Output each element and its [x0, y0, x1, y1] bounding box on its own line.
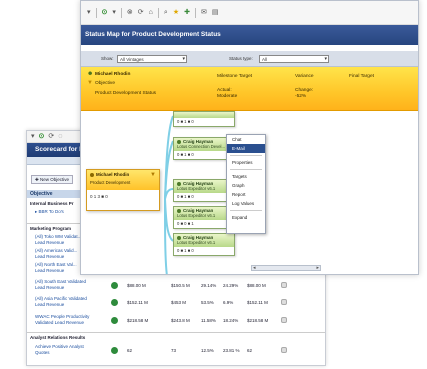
objective-icon: ▼ [87, 80, 93, 86]
objective-type: Objective [95, 81, 115, 86]
menu-item-chat[interactable]: Chat [227, 135, 265, 144]
bbr-link[interactable]: ▸ BBR To Do's [35, 209, 64, 215]
section-internal-business: Internal Business Pr [30, 201, 74, 206]
list-item[interactable]: (All) North East Val... Lead Revenue [35, 262, 77, 274]
status-node[interactable]: Craig Hayman Lotus Expeditor v6.1 0 ■ 1 … [173, 233, 235, 256]
menu-item-graph[interactable]: Graph [227, 181, 265, 190]
menu-item-properties[interactable]: Properties [227, 158, 265, 167]
dropdown-icon[interactable]: ▾ [87, 9, 91, 16]
person-icon [90, 172, 94, 177]
status-icon [111, 299, 118, 306]
menu-item-targets[interactable]: Targets [227, 172, 265, 181]
context-menu: Chat E-Mail Properties Targets Graph Rep… [226, 134, 266, 234]
milestone-target-header: Milestone Target [217, 74, 253, 79]
final-target-header: Final Target [349, 74, 374, 79]
variance-header: Variance [295, 74, 314, 79]
front-toolbar: ▾ ⊙ ▾ ⊗ ⟳ ⌂ ⌕ ★ ✚ ✉ ▤ [81, 1, 418, 25]
status-node[interactable]: 0 ■ 1 ■ 0 [173, 111, 235, 127]
objective-name: Product Development Status [95, 91, 157, 96]
chevron-left-icon[interactable]: ◂ [253, 265, 256, 271]
drilldown-icon[interactable] [281, 347, 287, 353]
objective-header: ☻ Michael Rhodin ▼ Objective Product Dev… [81, 67, 418, 111]
show-label: Show: [101, 56, 114, 61]
print-icon[interactable]: ▤ [212, 9, 219, 16]
status-type-label: Status type: [229, 56, 253, 61]
status-icon [111, 282, 118, 289]
root-objective-node[interactable]: Michael Rhodin Product Development ▼ 0 1… [86, 169, 160, 211]
actual-value: Moderate [217, 94, 238, 99]
drilldown-icon[interactable] [281, 317, 287, 323]
new-objective-button[interactable]: ✚ New Objective [31, 175, 74, 184]
filter-bar: Show: All Vintages ▾ Status type: All ▾ [81, 51, 418, 67]
horizontal-scrollbar[interactable]: ◂ ▸ [251, 265, 321, 271]
status-icon [111, 347, 118, 354]
change-value: -52% [295, 94, 307, 99]
status-type-select[interactable]: All ▾ [259, 55, 329, 63]
list-item[interactable]: (All) Toko WM Validat... Lead Revenue [35, 234, 81, 246]
dropdown-icon[interactable]: ▾ [112, 9, 116, 16]
list-item[interactable]: (All) Americas Valid... Lead Revenue [35, 248, 77, 260]
section-marketing-program: Marketing Program [30, 226, 72, 231]
mail-icon[interactable]: ✉ [201, 9, 207, 16]
search-icon[interactable]: ⌕ [164, 9, 168, 16]
status-icon [111, 317, 118, 324]
refresh-icon[interactable]: ⟳ [48, 133, 54, 140]
stop-icon[interactable]: ⊗ [127, 9, 133, 16]
page-title: Status Map for Product Development Statu… [81, 25, 418, 45]
table-row[interactable]: (All) Asia Pacific Validated Lead Revenue [35, 296, 87, 308]
objective-column-header: Objective [27, 190, 87, 198]
actual-label: Actual: [217, 88, 232, 93]
favorites-icon[interactable]: ★ [173, 9, 179, 16]
drilldown-icon[interactable] [281, 282, 287, 288]
refresh-icon[interactable]: ⟳ [138, 9, 144, 16]
menu-item-email[interactable]: E-Mail [227, 144, 265, 153]
show-select[interactable]: All Vintages ▾ [117, 55, 187, 63]
go-icon[interactable]: ⊙ [39, 133, 45, 140]
table-row[interactable]: Achieve Positive Analyst Quotes [35, 344, 84, 356]
chevron-down-icon: ▾ [182, 56, 185, 62]
history-icon[interactable]: ✚ [184, 9, 190, 16]
menu-item-report[interactable]: Report [227, 190, 265, 199]
go-icon[interactable]: ⊙ [102, 9, 108, 16]
section-analyst-relations: Analyst Relations Results [30, 335, 86, 340]
drilldown-icon[interactable] [281, 299, 287, 305]
objective-icon: ▼ [150, 172, 156, 178]
chevron-right-icon[interactable]: ▸ [316, 265, 319, 271]
objective-owner: Michael Rhodin [95, 72, 131, 77]
change-label: Change: [295, 88, 314, 93]
chevron-down-icon: ▾ [324, 56, 327, 62]
home-icon[interactable]: ⌂ [149, 9, 153, 16]
person-icon: ☻ [87, 71, 94, 77]
menu-item-log-values[interactable]: Log Values [227, 199, 265, 208]
table-row[interactable]: WWAC People Productivity Validated Lead R… [35, 314, 89, 326]
dropdown-icon[interactable]: ▾ [31, 133, 35, 140]
menu-item-expand[interactable]: Expand [227, 213, 265, 222]
stop-icon[interactable]: ◌ [58, 133, 62, 140]
table-row[interactable]: (All) South East Validated Lead Revenue [35, 279, 86, 291]
